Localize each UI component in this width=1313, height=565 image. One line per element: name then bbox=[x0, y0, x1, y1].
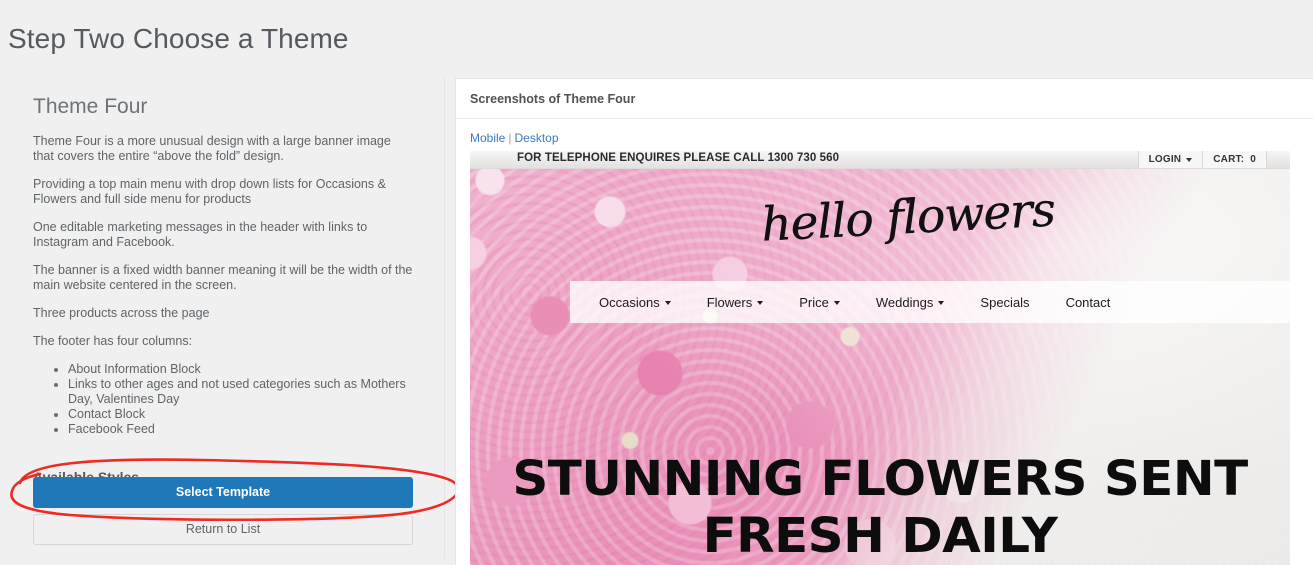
select-template-button[interactable]: Select Template bbox=[33, 477, 413, 508]
banner-headline-line-1: STUNNING FLOWERS SENT bbox=[512, 451, 1248, 507]
preview-hero-banner: hello flowers Occasions Flowers Price We… bbox=[470, 169, 1290, 565]
cart-label: CART: bbox=[1213, 154, 1245, 165]
page-title: Step Two Choose a Theme bbox=[8, 23, 349, 54]
mobile-view-link[interactable]: Mobile bbox=[470, 131, 505, 145]
list-item: Facebook Feed bbox=[68, 422, 413, 437]
nav-item-contact[interactable]: Contact bbox=[1066, 295, 1111, 310]
screenshots-panel: Screenshots of Theme Four Mobile | Desktop… bbox=[455, 78, 1313, 565]
theme-description-paragraph: Providing a top main menu with drop down… bbox=[33, 177, 386, 206]
telephone-enquiry-message: FOR TELEPHONE ENQUIRES PLEASE CALL 1300 … bbox=[517, 152, 840, 164]
list-item: About Information Block bbox=[68, 362, 413, 377]
chevron-down-icon bbox=[833, 300, 840, 305]
chevron-down-icon bbox=[938, 300, 945, 305]
theme-details-content: Theme Four Theme Four is a more unusual … bbox=[33, 94, 413, 485]
theme-preview-screenshot: FOR TELEPHONE ENQUIRES PLEASE CALL 1300 … bbox=[470, 151, 1290, 565]
preview-view-switcher: Mobile | Desktop bbox=[470, 131, 1313, 146]
preview-main-navigation: Occasions Flowers Price Weddings Special… bbox=[570, 281, 1290, 323]
nav-label: Occasions bbox=[599, 294, 660, 310]
preview-account-controls: LOGIN CART: 0 bbox=[1137, 151, 1267, 168]
login-button[interactable]: LOGIN bbox=[1137, 151, 1203, 168]
footer-columns-list: About Information Block Links to other a… bbox=[33, 362, 413, 437]
cart-count: 0 bbox=[1250, 154, 1256, 165]
nav-item-flowers[interactable]: Flowers bbox=[707, 295, 764, 310]
view-links-separator: | bbox=[508, 131, 512, 145]
theme-details-panel: Theme Four Theme Four is a more unusual … bbox=[0, 78, 445, 559]
chevron-down-icon bbox=[757, 300, 764, 305]
nav-item-weddings[interactable]: Weddings bbox=[876, 295, 945, 310]
chevron-down-icon bbox=[664, 300, 671, 305]
screenshots-panel-body: Mobile | Desktop FOR TELEPHONE ENQUIRES PL… bbox=[456, 119, 1313, 565]
theme-title: Theme Four bbox=[33, 95, 148, 118]
list-item: Links to other ages and not used categor… bbox=[68, 377, 413, 407]
theme-description-paragraph: Three products across the page bbox=[33, 306, 210, 320]
screenshots-panel-title: Screenshots of Theme Four bbox=[456, 79, 1313, 119]
theme-description-paragraph: One editable marketing messages in the h… bbox=[33, 220, 368, 249]
nav-label: Specials bbox=[980, 294, 1030, 310]
theme-description-paragraph: Theme Four is a more unusual design with… bbox=[33, 134, 391, 163]
footer-columns-intro: The footer has four columns: bbox=[33, 334, 193, 348]
nav-label: Weddings bbox=[875, 294, 934, 310]
list-item: Contact Block bbox=[68, 407, 413, 422]
nav-label: Contact bbox=[1065, 294, 1111, 310]
nav-label: Flowers bbox=[706, 294, 753, 310]
desktop-view-link[interactable]: Desktop bbox=[514, 131, 558, 145]
nav-item-specials[interactable]: Specials bbox=[980, 295, 1029, 310]
return-to-list-button[interactable]: Return to List bbox=[33, 514, 413, 545]
nav-item-occasions[interactable]: Occasions bbox=[599, 295, 671, 310]
banner-headline-line-2: FRESH DAILY bbox=[702, 508, 1058, 564]
cart-button[interactable]: CART: 0 bbox=[1202, 151, 1267, 168]
preview-top-bar: FOR TELEPHONE ENQUIRES PLEASE CALL 1300 … bbox=[470, 151, 1290, 169]
chevron-down-icon bbox=[1186, 157, 1193, 162]
nav-label: Price bbox=[799, 294, 829, 310]
theme-description-paragraph: The banner is a fixed width banner meani… bbox=[33, 263, 413, 292]
nav-item-price[interactable]: Price bbox=[799, 295, 840, 310]
banner-headline: STUNNING FLOWERS SENT FRESH DAILY bbox=[470, 451, 1290, 565]
theme-actions: Select Template Return to List bbox=[33, 477, 413, 545]
login-label: LOGIN bbox=[1148, 154, 1182, 165]
